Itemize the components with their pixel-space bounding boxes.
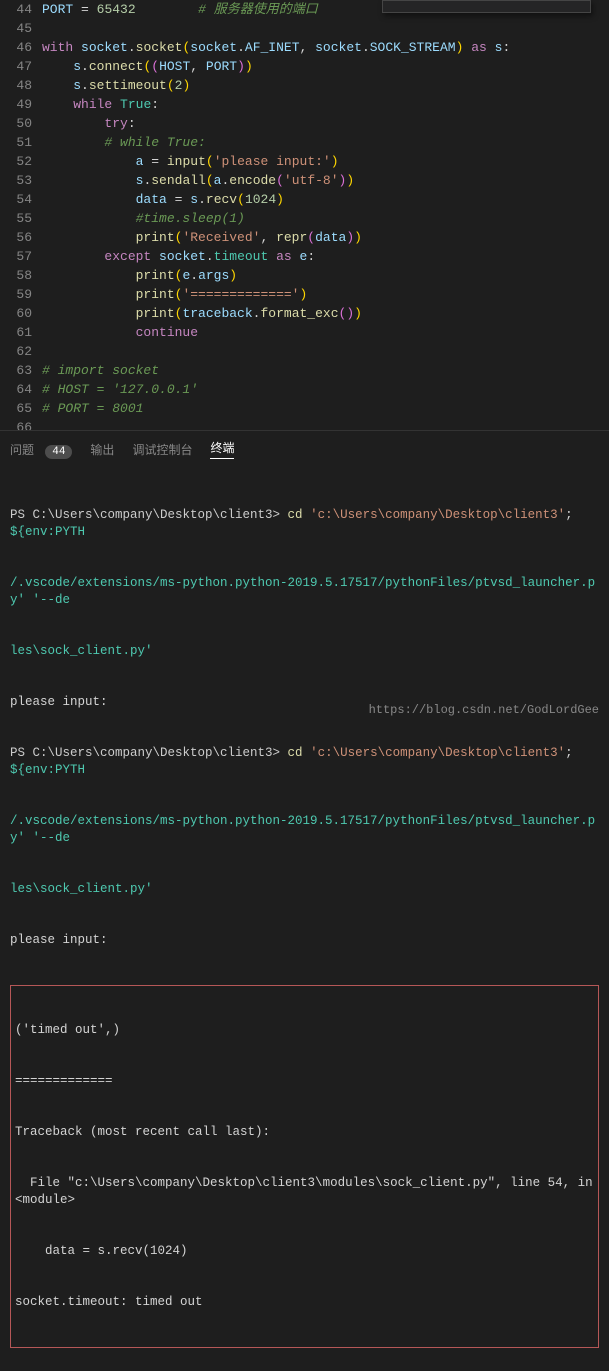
- terminal-line: PS C:\Users\company\Desktop\client3> cd …: [10, 507, 599, 541]
- terminal-line: /.vscode/extensions/ms-python.python-201…: [10, 575, 599, 609]
- tab-terminal[interactable]: 终端: [210, 439, 234, 459]
- find-widget[interactable]: [382, 0, 591, 13]
- line-gutter: 4445464748495051525354555657585960616263…: [0, 0, 42, 430]
- error-box: ('timed out',) ============= Traceback (…: [10, 985, 599, 1348]
- problems-badge: 44: [45, 445, 72, 459]
- terminal-panel[interactable]: PS C:\Users\company\Desktop\client3> cd …: [0, 467, 609, 1371]
- code-content[interactable]: PORT = 65432 # 服务器使用的端口 with socket.sock…: [42, 0, 609, 430]
- tab-debug[interactable]: 调试控制台: [132, 441, 192, 458]
- tab-output[interactable]: 输出: [90, 441, 114, 458]
- tab-problems[interactable]: 问题 44: [10, 441, 72, 458]
- terminal-line: please input:: [10, 932, 599, 949]
- terminal-line: les\sock_client.py': [10, 881, 599, 898]
- watermark: https://blog.csdn.net/GodLordGee: [369, 703, 599, 717]
- terminal-line: PS C:\Users\company\Desktop\client3> cd …: [10, 745, 599, 779]
- terminal-line: les\sock_client.py': [10, 643, 599, 660]
- terminal-line: /.vscode/extensions/ms-python.python-201…: [10, 813, 599, 847]
- panel-tabs: 问题 44 输出 调试控制台 终端: [0, 430, 609, 467]
- code-editor[interactable]: 4445464748495051525354555657585960616263…: [0, 0, 609, 430]
